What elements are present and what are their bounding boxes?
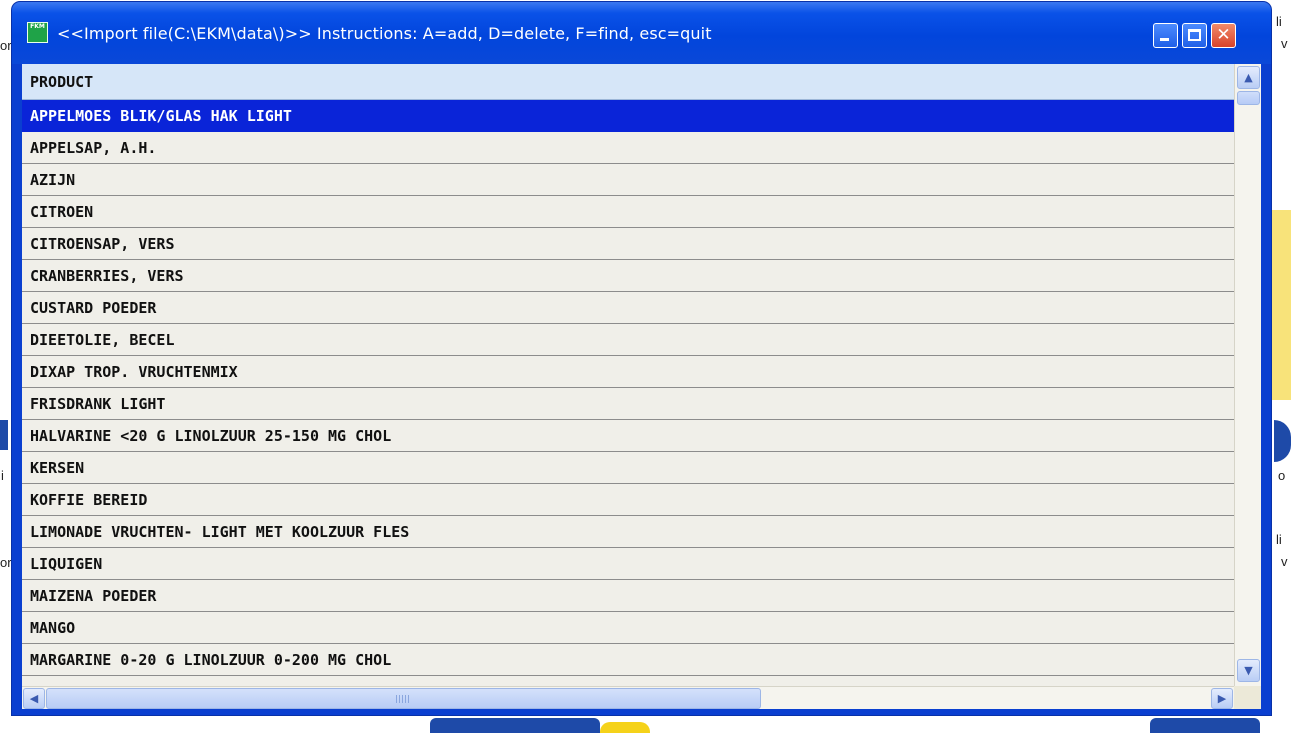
table-row[interactable]: APPELMOES BLIK/GLAS HAK LIGHT (22, 100, 1234, 132)
background-logo-shape (600, 722, 650, 733)
background-logo-shape (1150, 718, 1260, 733)
scroll-up-icon: ▲ (1244, 71, 1253, 84)
background-logo-shape (0, 420, 8, 450)
minimize-button[interactable] (1153, 23, 1178, 48)
table-row[interactable]: DIEETOLIE, BECEL (22, 324, 1234, 356)
app-icon[interactable]: FKM (27, 22, 48, 43)
table-row[interactable]: MAIZENA POEDER (22, 580, 1234, 612)
table-row[interactable]: FRISDRANK LIGHT (22, 388, 1234, 420)
maximize-icon (1188, 29, 1201, 41)
table-row[interactable]: LIQUIGEN (22, 548, 1234, 580)
background-text-fragment: i (1, 468, 4, 483)
minimize-icon (1160, 38, 1169, 41)
scrollbar-corner (1234, 686, 1261, 709)
scroll-down-button[interactable]: ▼ (1237, 659, 1260, 682)
background-text-fragment: li (1276, 532, 1282, 547)
table-row[interactable]: KERSEN (22, 452, 1234, 484)
window-title: <<Import file(C:\EKM\data\)>> Instructio… (57, 24, 712, 43)
background-logo-shape (1274, 420, 1291, 462)
background-text-fragment: v (1281, 554, 1288, 569)
background-logo-shape (430, 718, 600, 733)
scroll-right-button[interactable]: ▶ (1211, 688, 1233, 709)
table-row[interactable]: CUSTARD POEDER (22, 292, 1234, 324)
table-row[interactable]: CITROENSAP, VERS (22, 228, 1234, 260)
window-client-area: PRODUCT APPELMOES BLIK/GLAS HAK LIGHT APP… (22, 64, 1261, 709)
column-header-product[interactable]: PRODUCT (22, 64, 1234, 100)
background-text-fragment: or (0, 555, 12, 570)
background-text-fragment: v (1281, 36, 1288, 51)
background-text-fragment: o (1278, 468, 1286, 483)
scroll-down-icon: ▼ (1244, 664, 1253, 677)
scroll-up-button[interactable]: ▲ (1237, 66, 1260, 89)
close-icon: ✕ (1216, 25, 1231, 45)
horizontal-scroll-thumb[interactable] (46, 688, 761, 709)
maximize-button[interactable] (1182, 23, 1207, 48)
table-row[interactable]: CITROEN (22, 196, 1234, 228)
table-row[interactable]: MANGO (22, 612, 1234, 644)
background-logo-shape (1272, 210, 1291, 400)
table-row[interactable]: HALVARINE <20 G LINOLZUUR 25-150 MG CHOL (22, 420, 1234, 452)
background-text-fragment: li (1276, 14, 1282, 29)
scroll-left-icon: ◀ (29, 692, 39, 705)
table-row[interactable]: CRANBERRIES, VERS (22, 260, 1234, 292)
scroll-left-button[interactable]: ◀ (23, 688, 45, 709)
table-row[interactable]: LIMONADE VRUCHTEN- LIGHT MET KOOLZUUR FL… (22, 516, 1234, 548)
table-row[interactable]: APPELSAP, A.H. (22, 132, 1234, 164)
title-bar[interactable]: FKM <<Import file(C:\EKM\data\)>> Instru… (12, 2, 1271, 64)
product-table: PRODUCT APPELMOES BLIK/GLAS HAK LIGHT APP… (22, 64, 1234, 686)
table-row[interactable]: AZIJN (22, 164, 1234, 196)
table-row[interactable]: DIXAP TROP. VRUCHTENMIX (22, 356, 1234, 388)
horizontal-scrollbar[interactable]: ◀ ▶ (22, 686, 1234, 709)
import-window: FKM <<Import file(C:\EKM\data\)>> Instru… (12, 2, 1271, 715)
table-row[interactable]: KOFFIE BEREID (22, 484, 1234, 516)
table-row[interactable]: MARGARINE 0-20 G LINOLZUUR 0-200 MG CHOL (22, 644, 1234, 676)
close-button[interactable]: ✕ (1211, 23, 1236, 48)
vertical-scroll-thumb[interactable] (1237, 91, 1260, 105)
vertical-scrollbar[interactable]: ▲ ▼ (1234, 64, 1261, 686)
grip-icon (396, 695, 410, 703)
background-text-fragment: or (0, 38, 12, 53)
scroll-right-icon: ▶ (1217, 692, 1227, 705)
